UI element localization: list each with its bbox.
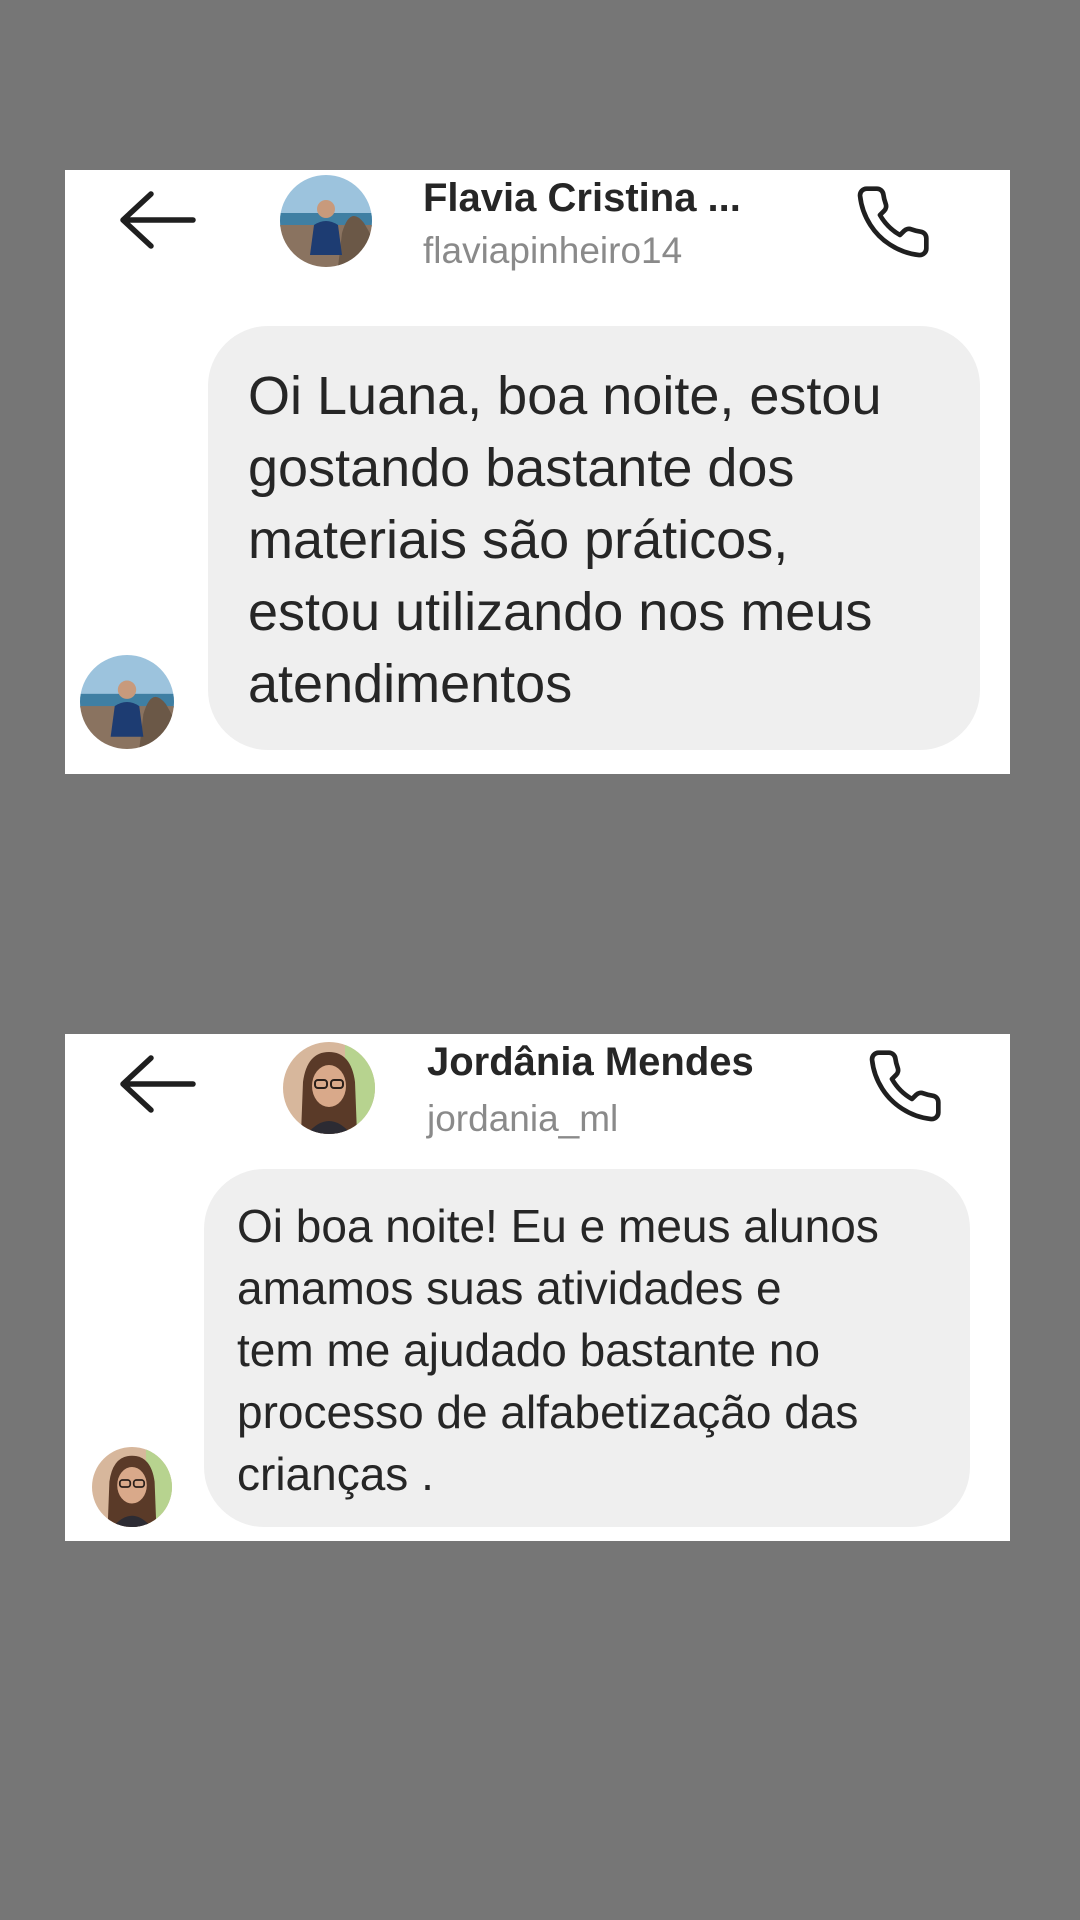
contact-avatar[interactable] (280, 175, 372, 267)
conversation-card-jordania: Jordânia Mendes jordania_ml Oi boa noite… (65, 1034, 1010, 1541)
contact-username: flaviapinheiro14 (423, 230, 683, 271)
phone-icon[interactable] (865, 1046, 945, 1126)
message-text: Oi Luana, boa noite, estou gostando bast… (248, 366, 882, 714)
sender-avatar[interactable] (92, 1447, 172, 1527)
contact-username: jordania_ml (427, 1098, 619, 1139)
back-arrow-icon[interactable] (117, 190, 197, 250)
message-bubble[interactable]: Oi Luana, boa noite, estou gostando bast… (208, 326, 980, 750)
contact-avatar[interactable] (283, 1042, 375, 1134)
back-arrow-icon[interactable] (117, 1054, 197, 1114)
contact-name: Flavia Cristina ... (423, 178, 741, 218)
message-bubble[interactable]: Oi boa noite! Eu e meus alunos amamos su… (204, 1169, 970, 1527)
conversation-card-flavia: Flavia Cristina ... flaviapinheiro14 Oi … (65, 170, 1010, 774)
message-text: Oi boa noite! Eu e meus alunos amamos su… (237, 1200, 879, 1500)
sender-avatar[interactable] (80, 655, 174, 749)
phone-icon[interactable] (853, 182, 933, 262)
contact-name: Jordânia Mendes (427, 1040, 754, 1084)
